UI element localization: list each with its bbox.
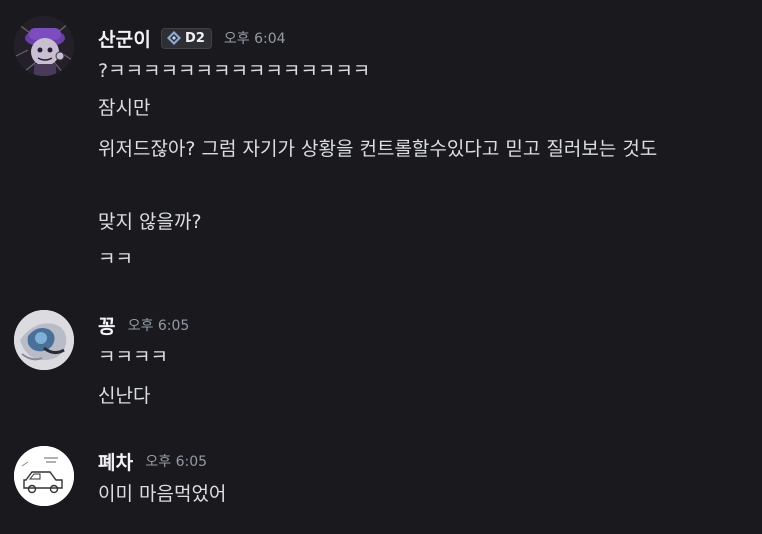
- username[interactable]: 산군이: [98, 25, 151, 52]
- timestamp[interactable]: 오후 6:05: [128, 315, 190, 335]
- car-doodle-avatar-icon: [14, 446, 74, 506]
- timestamp[interactable]: 오후 6:04: [224, 28, 286, 48]
- message-text: 위저드잖아? 그럼 자기가 상황을 컨트롤할수있다고 믿고 질러보는 것도: [98, 138, 658, 160]
- avatar[interactable]: [14, 446, 74, 506]
- message-header: 산군이 D2 오후 6:04: [98, 25, 286, 51]
- message-text: ?ㅋㅋㅋㅋㅋㅋㅋㅋㅋㅋㅋㅋㅋㅋㅋ: [98, 60, 371, 82]
- username[interactable]: 꽁: [98, 312, 116, 339]
- message-text: 맞지 않을까?: [98, 211, 202, 233]
- avatar[interactable]: [14, 310, 74, 370]
- message-text: 잠시만: [98, 97, 151, 119]
- avatar[interactable]: [14, 16, 74, 76]
- blue-artwork-avatar-icon: [14, 310, 74, 370]
- message-text: ㅋㅋㅋㅋ: [98, 346, 168, 368]
- diamond-icon: [167, 31, 182, 45]
- message-header: 폐차 오후 6:05: [98, 448, 207, 474]
- purple-character-avatar-icon: [14, 16, 74, 76]
- server-tag-badge[interactable]: D2: [161, 27, 212, 49]
- username[interactable]: 폐차: [98, 448, 133, 475]
- timestamp[interactable]: 오후 6:05: [145, 451, 207, 471]
- badge-label: D2: [185, 30, 205, 46]
- message-text: 신난다: [98, 385, 151, 407]
- message-header: 꽁 오후 6:05: [98, 312, 189, 338]
- message-text: 이미 마음먹었어: [98, 483, 227, 505]
- message-text: ㅋㅋ: [98, 248, 133, 270]
